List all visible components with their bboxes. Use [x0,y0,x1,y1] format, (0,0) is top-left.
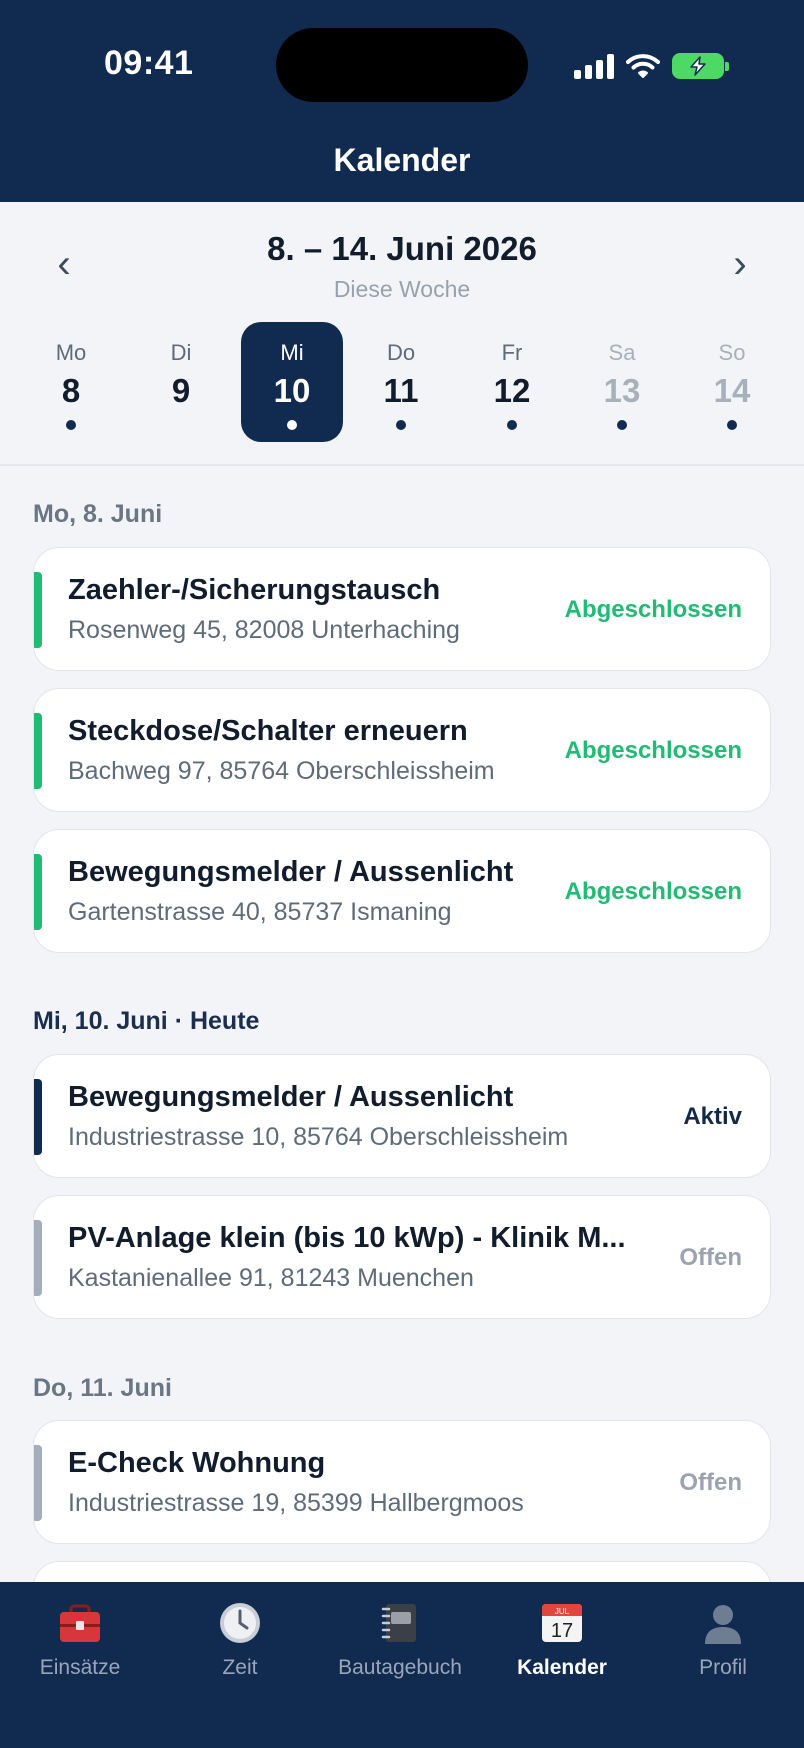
cellular-signal-icon [574,53,614,79]
event-dot [507,420,517,430]
toolbox-icon [60,1604,100,1642]
week-selector: ‹ 8. – 14. Juni 2026 Diese Woche › Mo 8 … [0,202,804,466]
battery-icon [672,53,729,79]
job-title: PV-Anlage klein (bis 10 kWp) - Klinik M.… [68,1222,626,1254]
tab-label: Kalender [517,1656,607,1679]
status-label: Abgeschlossen [564,878,742,905]
tab-kalender[interactable]: JUL 17 Kalender [482,1582,642,1702]
dynamic-island [276,28,528,102]
wifi-icon [626,54,660,78]
week-range: 8. – 14. Juni 2026 [267,230,537,267]
day-saturday[interactable]: Sa 13 [571,322,673,442]
event-dot [617,420,627,430]
status-indicator [34,1445,42,1521]
status-label: Abgeschlossen [564,596,742,623]
job-card[interactable]: Bewegungsmelder / Aussenlicht Industries… [33,1054,771,1178]
status-label: Abgeschlossen [564,737,742,764]
calendar-icon: JUL 17 [542,1604,582,1642]
event-dot [727,420,737,430]
tab-zeit[interactable]: Zeit [160,1582,320,1702]
top-bar: 09:41 Kalender [0,0,804,202]
event-dot [396,420,406,430]
event-dot [287,420,297,430]
day-wednesday[interactable]: Mi 10 [241,322,343,442]
day-date: 12 [493,372,531,409]
day-name: Fr [501,340,523,365]
tab-bar: Einsätze Zeit Bautagebuch JUL 17 Kalende… [0,1582,804,1748]
job-title: E-Check Wohnung [68,1447,326,1479]
tab-label: Bautagebuch [338,1656,462,1679]
status-indicator [34,854,42,930]
job-card[interactable]: Bewegungsmelder / Aussenlicht Gartenstra… [33,829,771,953]
day-tuesday[interactable]: Di 9 [130,322,232,442]
day-date: 13 [603,372,641,409]
day-date: 9 [171,372,191,409]
day-name: Mo [55,340,87,365]
event-dot [66,420,76,430]
day-date: 8 [61,372,81,409]
tab-einsaetze[interactable]: Einsätze [0,1582,160,1702]
day-name: So [718,340,746,365]
status-label: Offen [679,1469,742,1496]
profile-icon [705,1605,741,1644]
tab-label: Profil [699,1656,747,1679]
status-indicator [34,1220,42,1296]
job-address: Gartenstrasse 40, 85737 Ismaning [68,898,452,926]
status-indicator [34,572,42,648]
day-name: Mi [280,340,304,365]
page-title: Kalender [333,142,471,178]
calendar-icon-month: JUL [555,1607,570,1616]
tab-label: Zeit [222,1656,258,1679]
day-monday[interactable]: Mo 8 [20,322,122,442]
day-name: Sa [608,340,636,365]
week-subtitle: Diese Woche [333,276,471,302]
job-address: Rosenweg 45, 82008 Unterhaching [68,616,460,644]
status-label: Aktiv [683,1103,742,1130]
status-icons [574,48,729,84]
tab-label: Einsätze [39,1656,121,1679]
next-week-button[interactable]: › [720,242,760,287]
job-card[interactable]: E-Check Wohnung Industriestrasse 19, 853… [33,1420,771,1544]
job-card[interactable]: PV-Anlage klein (bis 10 kWp) - Klinik M.… [33,1195,771,1319]
day-name: Do [386,340,416,365]
calendar-icon-day: 17 [551,1620,573,1642]
tab-bautagebuch[interactable]: Bautagebuch [320,1582,480,1702]
day-thursday[interactable]: Do 11 [350,322,452,442]
clock-icon [220,1603,260,1643]
job-card[interactable]: Steckdose/Schalter erneuern Bachweg 97, … [33,688,771,812]
job-address: Industriestrasse 10, 85764 Oberschleissh… [68,1123,569,1151]
section-heading-today: Mi, 10. Juni · Heute [33,1007,260,1035]
job-card[interactable]: Zaehler-/Sicherungstausch Rosenweg 45, 8… [33,547,771,671]
job-address: Bachweg 97, 85764 Oberschleissheim [68,757,495,785]
day-date: 10 [273,372,311,409]
tab-profil[interactable]: Profil [643,1582,803,1702]
job-address: Industriestrasse 19, 85399 Hallbergmoos [68,1489,524,1517]
day-name: Di [170,340,192,365]
day-sunday[interactable]: So 14 [681,322,783,442]
section-heading: Do, 11. Juni [33,1374,172,1402]
status-indicator [34,713,42,789]
status-time: 09:41 [104,44,194,82]
day-date: 14 [713,372,751,409]
job-address: Kastanienallee 91, 81243 Muenchen [68,1264,474,1292]
status-indicator [34,1079,42,1155]
notebook-icon [381,1604,416,1642]
day-friday[interactable]: Fr 12 [461,322,563,442]
job-title: Bewegungsmelder / Aussenlicht [68,1081,514,1113]
day-date: 11 [383,372,419,409]
section-heading: Mo, 8. Juni [33,500,163,528]
status-label: Offen [679,1244,742,1271]
